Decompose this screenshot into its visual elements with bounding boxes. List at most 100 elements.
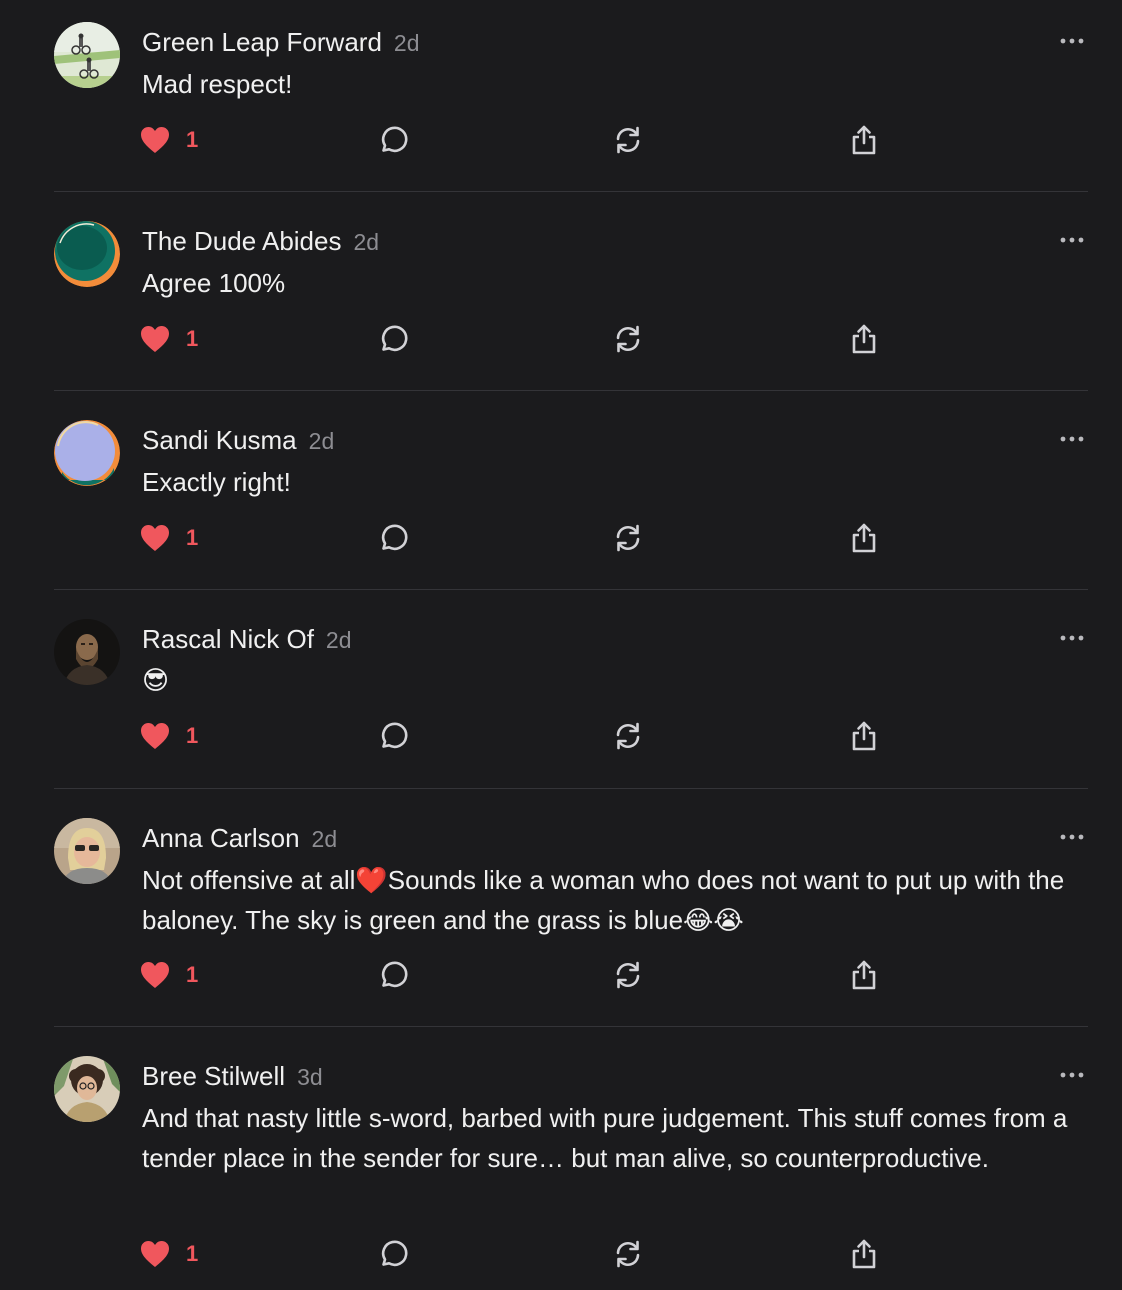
heart-icon [141,962,169,988]
action-bar: 1 [0,120,1122,160]
like-button[interactable]: 1 [140,518,198,558]
comment-text: Agree 100% [142,268,286,298]
comment-header: Rascal Nick Of 2d [142,622,352,657]
share-button[interactable] [848,1234,880,1274]
comment-header: Green Leap Forward 2d [142,25,420,60]
share-button[interactable] [848,955,880,995]
reply-bubble-icon [381,722,408,749]
reply-button[interactable] [376,319,408,359]
divider [54,788,1088,789]
comment-feed: Green Leap Forward 2d Mad respect! 1 The… [0,0,1122,1290]
restack-icon [616,961,640,989]
like-count: 1 [186,127,199,152]
curly-hair-photo-icon [54,1056,120,1122]
comment-header: Bree Stilwell 3d [142,1059,323,1094]
action-bar: 1 [0,319,1122,359]
more-options-icon[interactable] [1056,429,1090,449]
more-options-icon[interactable] [1056,628,1090,648]
restack-button[interactable] [612,319,644,359]
cyclists-photo-icon [54,22,120,88]
like-button[interactable]: 1 [140,120,198,160]
action-bar: 1 [0,518,1122,558]
share-button[interactable] [848,319,880,359]
timestamp[interactable]: 2d [309,428,335,454]
woman-sunglasses-photo-icon [54,818,120,884]
more-options-icon[interactable] [1056,230,1090,250]
reply-button[interactable] [376,955,408,995]
restack-icon [616,524,640,552]
avatar[interactable] [54,22,120,88]
action-bar: 1 [0,955,1122,995]
share-button[interactable] [848,518,880,558]
divider [54,191,1088,192]
restack-icon [616,126,640,154]
author-name[interactable]: Rascal Nick Of [142,624,314,654]
action-bar: 1 [0,716,1122,756]
reply-button[interactable] [376,716,408,756]
restack-icon [616,722,640,750]
share-icon [852,960,876,990]
action-bar: 1 [0,1234,1122,1274]
avatar[interactable] [54,420,120,486]
lavender-circle-icon [54,420,120,486]
share-button[interactable] [848,120,880,160]
author-name[interactable]: Anna Carlson [142,823,300,853]
like-button[interactable]: 1 [140,319,198,359]
timestamp[interactable]: 2d [353,229,379,255]
author-name[interactable]: Green Leap Forward [142,27,382,57]
more-options-icon[interactable] [1056,827,1090,847]
reply-bubble-icon [381,1240,408,1267]
divider [54,390,1088,391]
restack-button[interactable] [612,120,644,160]
heart-icon [141,326,169,352]
comment-text: Exactly right! [142,467,291,497]
more-options-icon[interactable] [1056,1065,1090,1085]
divider [54,1026,1088,1027]
avatar[interactable] [54,221,120,287]
share-icon [852,523,876,553]
restack-button[interactable] [612,955,644,995]
restack-button[interactable] [612,518,644,558]
like-button[interactable]: 1 [140,716,198,756]
reply-bubble-icon [381,325,408,352]
divider [54,589,1088,590]
like-count: 1 [186,723,199,748]
like-button[interactable]: 1 [140,955,198,995]
share-icon [852,125,876,155]
teal-orange-circle-icon [54,221,120,287]
reply-bubble-icon [381,126,408,153]
reply-button[interactable] [376,120,408,160]
comment-text: And that nasty little s-word, barbed wit… [142,1103,1068,1173]
bearded-man-portrait-icon [54,619,120,685]
reply-button[interactable] [376,518,408,558]
author-name[interactable]: The Dude Abides [142,226,341,256]
more-options-icon[interactable] [1056,31,1090,51]
comment-text: Not offensive at all❤️Sounds like a woma… [142,865,1065,935]
restack-icon [616,325,640,353]
share-icon [852,324,876,354]
author-name[interactable]: Sandi Kusma [142,425,297,455]
timestamp[interactable]: 2d [326,627,352,653]
share-icon [852,1239,876,1269]
share-button[interactable] [848,716,880,756]
timestamp[interactable]: 2d [312,826,338,852]
avatar[interactable] [54,818,120,884]
timestamp[interactable]: 2d [394,30,420,56]
reply-button[interactable] [376,1234,408,1274]
comment-text: 😎 [142,666,170,696]
restack-button[interactable] [612,716,644,756]
comment-header: Anna Carlson 2d [142,821,337,856]
heart-icon [141,723,169,749]
heart-icon [141,1241,169,1267]
avatar[interactable] [54,619,120,685]
reply-bubble-icon [381,524,408,551]
like-button[interactable]: 1 [140,1234,198,1274]
like-count: 1 [186,525,199,550]
restack-button[interactable] [612,1234,644,1274]
author-name[interactable]: Bree Stilwell [142,1061,285,1091]
restack-icon [616,1240,640,1268]
like-count: 1 [186,962,199,987]
heart-icon [141,127,169,153]
timestamp[interactable]: 3d [297,1064,323,1090]
avatar[interactable] [54,1056,120,1122]
